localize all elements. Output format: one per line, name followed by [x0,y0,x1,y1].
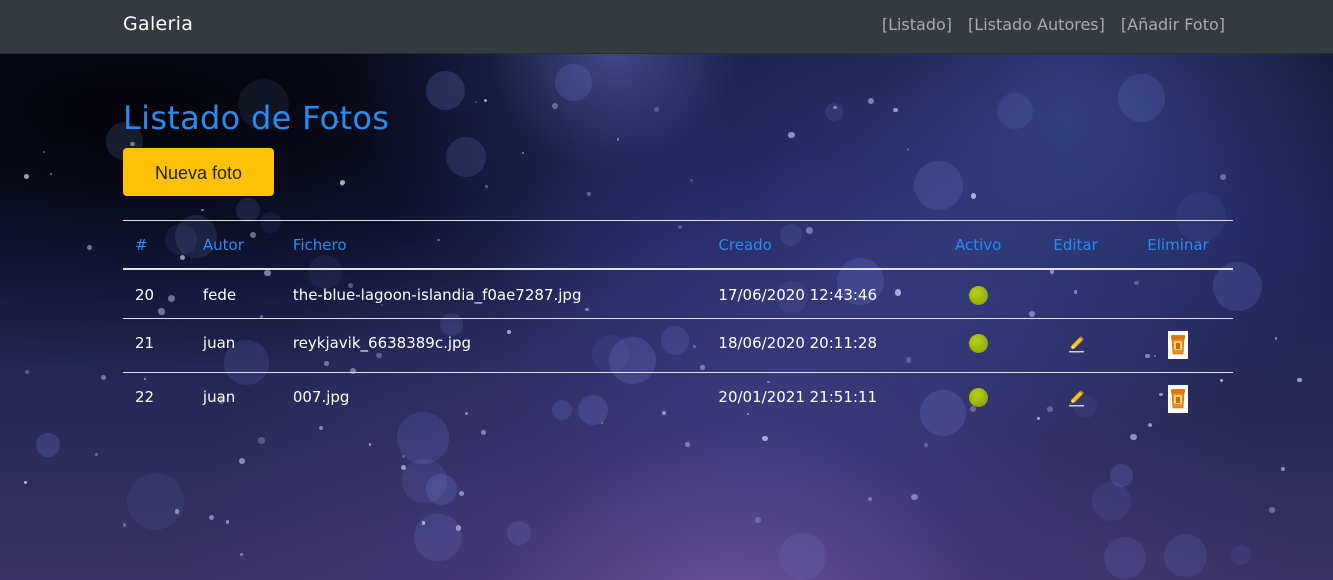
cell-autor: juan [202,333,236,352]
cell-id: 20 [135,286,155,304]
cell-autor: juan [202,387,236,406]
table-row: 20 fede the-blue-lagoon-islandia_f0ae728… [123,269,1233,318]
cell-fichero: reykjavik_6638389c.jpg [292,333,472,352]
cell-editar [1028,269,1123,318]
cell-creado: 18/06/2020 20:11:28 [718,333,877,352]
cell-creado: 20/01/2021 21:51:11 [718,387,877,406]
table-row: 21 juan reykjavik_6638389c.jpg 18/06/202… [123,318,1233,372]
navbar: Galeria [Listado] [Listado Autores] [Aña… [0,0,1333,54]
cell-activo [928,372,1028,426]
header-activo: Activo [954,235,1002,254]
cell-editar [1028,318,1123,372]
header-editar: Editar [1053,235,1098,254]
header-autor: Autor [202,235,244,254]
header-creado: Creado [718,235,772,254]
photos-table: # Autor Fichero Creado Activo Editar Eli… [123,220,1233,426]
cell-editar [1028,372,1123,426]
navbar-brand[interactable]: Galeria [123,13,193,35]
pencil-icon[interactable] [1066,334,1086,354]
cell-eliminar [1123,269,1233,318]
nav-link-listado[interactable]: [Listado] [882,15,952,34]
cell-creado: 17/06/2020 12:43:46 [718,286,877,304]
new-photo-button[interactable]: Nueva foto [123,148,274,196]
header-fichero: Fichero [292,235,347,254]
pencil-icon[interactable] [1066,388,1086,408]
table-header-row: # Autor Fichero Creado Activo Editar Eli… [123,220,1233,269]
page-title: Listado de Fotos [123,99,390,137]
active-status-icon [968,333,988,353]
header-eliminar: Eliminar [1147,235,1209,254]
cell-id: 21 [135,333,155,352]
cell-fichero: 007.jpg [292,387,350,406]
nav-link-anadir-foto[interactable]: [Añadir Foto] [1121,15,1225,34]
nav-link-listado-autores[interactable]: [Listado Autores] [968,15,1105,34]
photos-table-container: # Autor Fichero Creado Activo Editar Eli… [123,220,1233,426]
cell-id: 22 [135,387,155,406]
table-row: 22 juan 007.jpg 20/01/2021 21:51:11 [123,372,1233,426]
nav-links: [Listado] [Listado Autores] [Añadir Foto… [882,15,1225,34]
active-status-icon [968,387,988,407]
header-id: # [135,235,148,254]
active-status-icon [968,286,988,305]
trash-can-icon[interactable] [1168,384,1188,413]
cell-activo [928,269,1028,318]
trash-can-icon[interactable] [1168,330,1188,359]
cell-autor: fede [202,286,237,304]
cell-fichero: the-blue-lagoon-islandia_f0ae7287.jpg [292,286,582,304]
cell-eliminar [1123,318,1233,372]
cell-activo [928,318,1028,372]
cell-eliminar [1123,372,1233,426]
